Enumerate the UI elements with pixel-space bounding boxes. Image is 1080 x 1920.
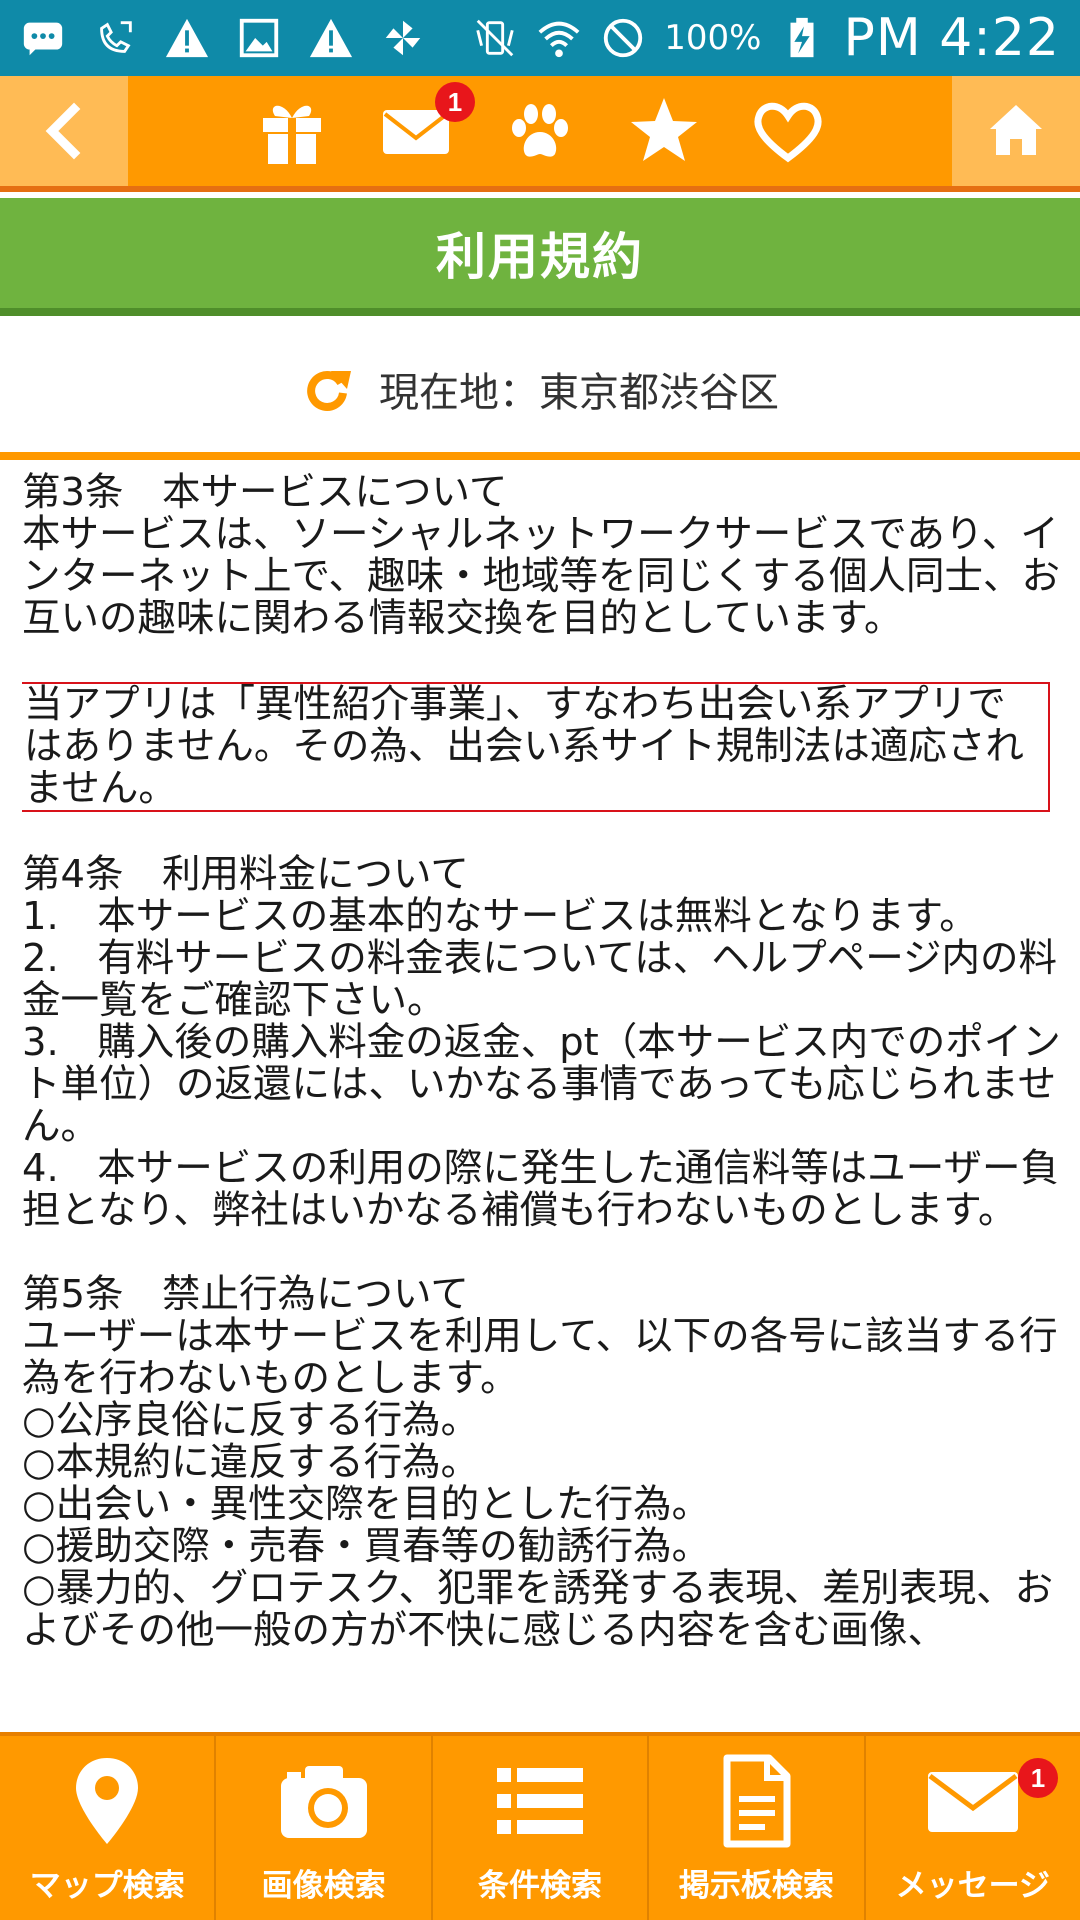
- no-sim-icon: [600, 15, 646, 61]
- nav-icon-row: 1: [128, 76, 952, 186]
- article-body: 本サービスは、ソーシャルネットワークサービスであり、インターネット上で、趣味・地…: [22, 512, 1060, 641]
- home-icon: [990, 105, 1042, 155]
- page-title-bar: 利用規約: [0, 198, 1080, 316]
- tab-label: メッセージ: [895, 1867, 1051, 1904]
- article-heading: 第3条 本サービスについて: [22, 472, 508, 515]
- article-3: 第3条 本サービスについて 本サービスは、ソーシャルネットワークサービスであり、…: [22, 472, 1062, 640]
- mail-button[interactable]: 1: [379, 82, 475, 168]
- image-icon: [236, 15, 282, 61]
- status-bar: 100% PM 4:22: [0, 0, 1080, 76]
- gift-icon: [263, 105, 321, 164]
- favorite-button[interactable]: [627, 94, 701, 168]
- location-row[interactable]: 現在地：東京都渋谷区: [0, 326, 1080, 460]
- mail-icon: [927, 1771, 1018, 1832]
- star-icon: [631, 98, 697, 161]
- article-heading: 第4条 利用料金について: [22, 852, 469, 897]
- heart-icon: [754, 102, 822, 163]
- notice-box: 当アプリは「異性紹介事業」、すなわち出会い系アプリではありません。その為、出会い…: [22, 682, 1050, 812]
- list-item: ○公序良俗に反する行為。: [22, 1398, 480, 1443]
- back-button[interactable]: [0, 76, 128, 186]
- notice-text: 当アプリは「異性紹介事業」、すなわち出会い系アプリではありません。その為、出会い…: [24, 682, 1024, 811]
- tab-message[interactable]: メッセージ 1: [866, 1736, 1080, 1920]
- list-item: 2. 有料サービスの料金表については、ヘルプページ内の料金一覧をご確認下さい。: [22, 936, 1058, 1023]
- page-title: 利用規約: [436, 228, 644, 286]
- list-item: ○援助交際・売春・買春等の勧誘行為。: [22, 1524, 711, 1569]
- list-item: 4. 本サービスの利用の際に発生した通信料等はユーザー負担となり、弊社はいかなる…: [22, 1146, 1059, 1233]
- battery-percent: 100%: [664, 18, 762, 58]
- tab-map-search[interactable]: マップ検索: [0, 1736, 217, 1920]
- list-item: 3. 購入後の購入料金の返金、pt（本サービス内でのポイント単位）の返還には、い…: [22, 1020, 1061, 1149]
- vibrate-mute-icon: [472, 15, 518, 61]
- warning-icon: [308, 15, 354, 61]
- like-button[interactable]: [751, 94, 825, 168]
- tab-label: 条件検索: [478, 1867, 603, 1904]
- terms-content[interactable]: 第3条 本サービスについて 本サービスは、ソーシャルネットワークサービスであり、…: [22, 472, 1062, 1732]
- tab-label: 画像検索: [261, 1867, 386, 1904]
- map-pin-icon: [76, 1757, 139, 1844]
- list-item: ○本規約に違反する行為。: [22, 1440, 480, 1485]
- list-item: ○暴力的、グロテスク、犯罪を誘発する表現、差別表現、およびその他一般の方が不快に…: [22, 1566, 1054, 1653]
- home-button[interactable]: [952, 76, 1080, 186]
- tab-condition-search[interactable]: 条件検索: [433, 1736, 650, 1920]
- footprint-button[interactable]: [503, 94, 577, 168]
- gift-button[interactable]: [255, 94, 329, 168]
- article-body: ユーザーは本サービスを利用して、以下の各号に該当する行為を行わないものとします。: [22, 1314, 1058, 1401]
- bottom-nav: マップ検索 画像検索 条件検索 掲示板検索 メッセージ 1: [0, 1732, 1080, 1920]
- call-forward-icon: [92, 15, 138, 61]
- list-icon: [497, 1767, 584, 1834]
- system-icons: 100% PM 4:22: [472, 8, 1060, 68]
- chevron-left-icon: [45, 102, 81, 160]
- list-item: ○出会い・異性交際を目的とした行為。: [22, 1482, 711, 1527]
- tab-label: マップ検索: [29, 1867, 185, 1904]
- document-icon: [723, 1754, 791, 1847]
- mail-badge: 1: [435, 82, 475, 122]
- warning-icon: [164, 15, 210, 61]
- article-heading: 第5条 禁止行為について: [22, 1272, 469, 1317]
- article-4: 第4条 利用料金について 1. 本サービスの基本的なサービスは無料となります。 …: [22, 854, 1062, 1232]
- current-location: 現在地：東京都渋谷区: [379, 370, 779, 416]
- refresh-icon[interactable]: [301, 363, 353, 415]
- pinwheel-icon: [380, 15, 426, 61]
- tab-label: 掲示板検索: [678, 1867, 834, 1904]
- clock: PM 4:22: [843, 8, 1060, 68]
- tab-board-search[interactable]: 掲示板検索: [649, 1736, 866, 1920]
- tab-image-search[interactable]: 画像検索: [216, 1736, 433, 1920]
- wifi-icon: [536, 15, 582, 61]
- chat-bubble-icon: [20, 15, 66, 61]
- battery-charging-icon: [779, 15, 825, 61]
- camera-icon: [280, 1765, 367, 1838]
- paw-icon: [512, 104, 568, 157]
- notification-icons: [20, 15, 426, 61]
- message-badge: 1: [1018, 1758, 1059, 1798]
- top-nav: 1: [0, 76, 1080, 192]
- list-item: 1. 本サービスの基本的なサービスは無料となります。: [22, 894, 978, 939]
- article-5: 第5条 禁止行為について ユーザーは本サービスを利用して、以下の各号に該当する行…: [22, 1274, 1062, 1652]
